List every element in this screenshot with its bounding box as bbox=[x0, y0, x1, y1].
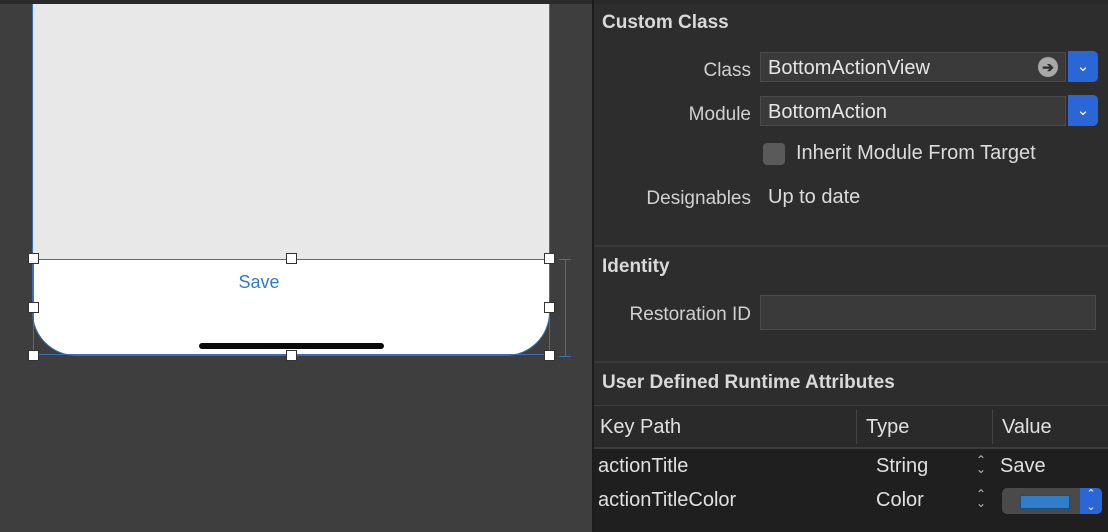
color-well[interactable]: ⌃ ⌄ bbox=[1002, 488, 1102, 514]
section-separator bbox=[594, 245, 1108, 247]
section-separator bbox=[594, 361, 1108, 363]
inherit-module-checkbox[interactable] bbox=[763, 143, 785, 165]
column-header-value[interactable]: Value bbox=[1002, 416, 1052, 439]
row-type[interactable]: String bbox=[876, 455, 928, 478]
identity-inspector: Custom Class Class BottomActionView ➔ ⌄ … bbox=[594, 0, 1108, 532]
device-preview bbox=[32, 4, 550, 356]
row-key-path[interactable]: actionTitle bbox=[598, 455, 688, 478]
class-field[interactable]: BottomActionView bbox=[760, 52, 1066, 82]
module-field[interactable]: BottomAction bbox=[760, 96, 1066, 126]
resize-handle-middle-left[interactable] bbox=[28, 302, 39, 313]
color-dropdown-stepper-icon[interactable]: ⌃ ⌄ bbox=[1080, 488, 1102, 514]
content-area[interactable] bbox=[32, 4, 550, 259]
stepper-down-icon: ⌄ bbox=[975, 496, 987, 510]
class-label: Class bbox=[703, 60, 751, 81]
height-measure-line bbox=[565, 259, 566, 357]
measure-tick-bottom bbox=[559, 356, 571, 357]
column-separator[interactable] bbox=[992, 410, 993, 444]
row-type[interactable]: Color bbox=[876, 489, 924, 512]
resize-handle-top-right[interactable] bbox=[544, 253, 555, 264]
type-stepper-icon[interactable]: ⌃ ⌄ bbox=[974, 488, 988, 510]
column-header-type[interactable]: Type bbox=[866, 416, 909, 439]
restoration-id-label: Restoration ID bbox=[629, 304, 751, 325]
stepper-up-icon: ⌃ bbox=[1086, 488, 1096, 500]
runtime-attributes-header: Key Path Type Value bbox=[594, 405, 1108, 449]
stepper-down-icon: ⌄ bbox=[975, 462, 987, 476]
designables-label: Designables bbox=[646, 188, 751, 209]
module-value: BottomAction bbox=[768, 101, 887, 123]
resize-handle-middle-right[interactable] bbox=[544, 302, 555, 313]
row-key-path[interactable]: actionTitleColor bbox=[598, 489, 736, 512]
resize-handle-top-center[interactable] bbox=[286, 253, 297, 264]
storyboard-canvas[interactable]: Save bbox=[0, 0, 592, 532]
color-swatch bbox=[1020, 495, 1070, 509]
resize-handle-bottom-right[interactable] bbox=[544, 350, 555, 361]
identity-title: Identity bbox=[602, 256, 670, 277]
stepper-down-icon: ⌄ bbox=[1086, 501, 1096, 513]
module-label: Module bbox=[688, 104, 751, 125]
row-value[interactable]: Save bbox=[1000, 455, 1046, 478]
class-value: BottomActionView bbox=[768, 57, 930, 79]
save-action-label[interactable]: Save bbox=[0, 272, 518, 293]
measure-tick-top bbox=[559, 259, 571, 260]
inherit-module-label[interactable]: Inherit Module From Target bbox=[796, 142, 1036, 165]
inspector-top-border bbox=[594, 0, 1108, 4]
home-indicator bbox=[199, 343, 384, 349]
custom-class-title: Custom Class bbox=[602, 12, 729, 33]
module-dropdown-chevron-icon[interactable]: ⌄ bbox=[1068, 95, 1098, 126]
resize-handle-bottom-center[interactable] bbox=[286, 350, 297, 361]
designables-value: Up to date bbox=[768, 186, 861, 208]
column-header-key-path[interactable]: Key Path bbox=[600, 416, 681, 439]
column-separator[interactable] bbox=[856, 410, 857, 444]
restoration-id-field[interactable] bbox=[760, 295, 1096, 330]
resize-handle-top-left[interactable] bbox=[28, 253, 39, 264]
resize-handle-bottom-left[interactable] bbox=[28, 350, 39, 361]
go-to-class-arrow-icon[interactable]: ➔ bbox=[1038, 57, 1058, 77]
class-dropdown-chevron-icon[interactable]: ⌄ bbox=[1068, 51, 1098, 82]
runtime-attributes-title: User Defined Runtime Attributes bbox=[602, 372, 895, 393]
type-stepper-icon[interactable]: ⌃ ⌄ bbox=[974, 454, 988, 476]
